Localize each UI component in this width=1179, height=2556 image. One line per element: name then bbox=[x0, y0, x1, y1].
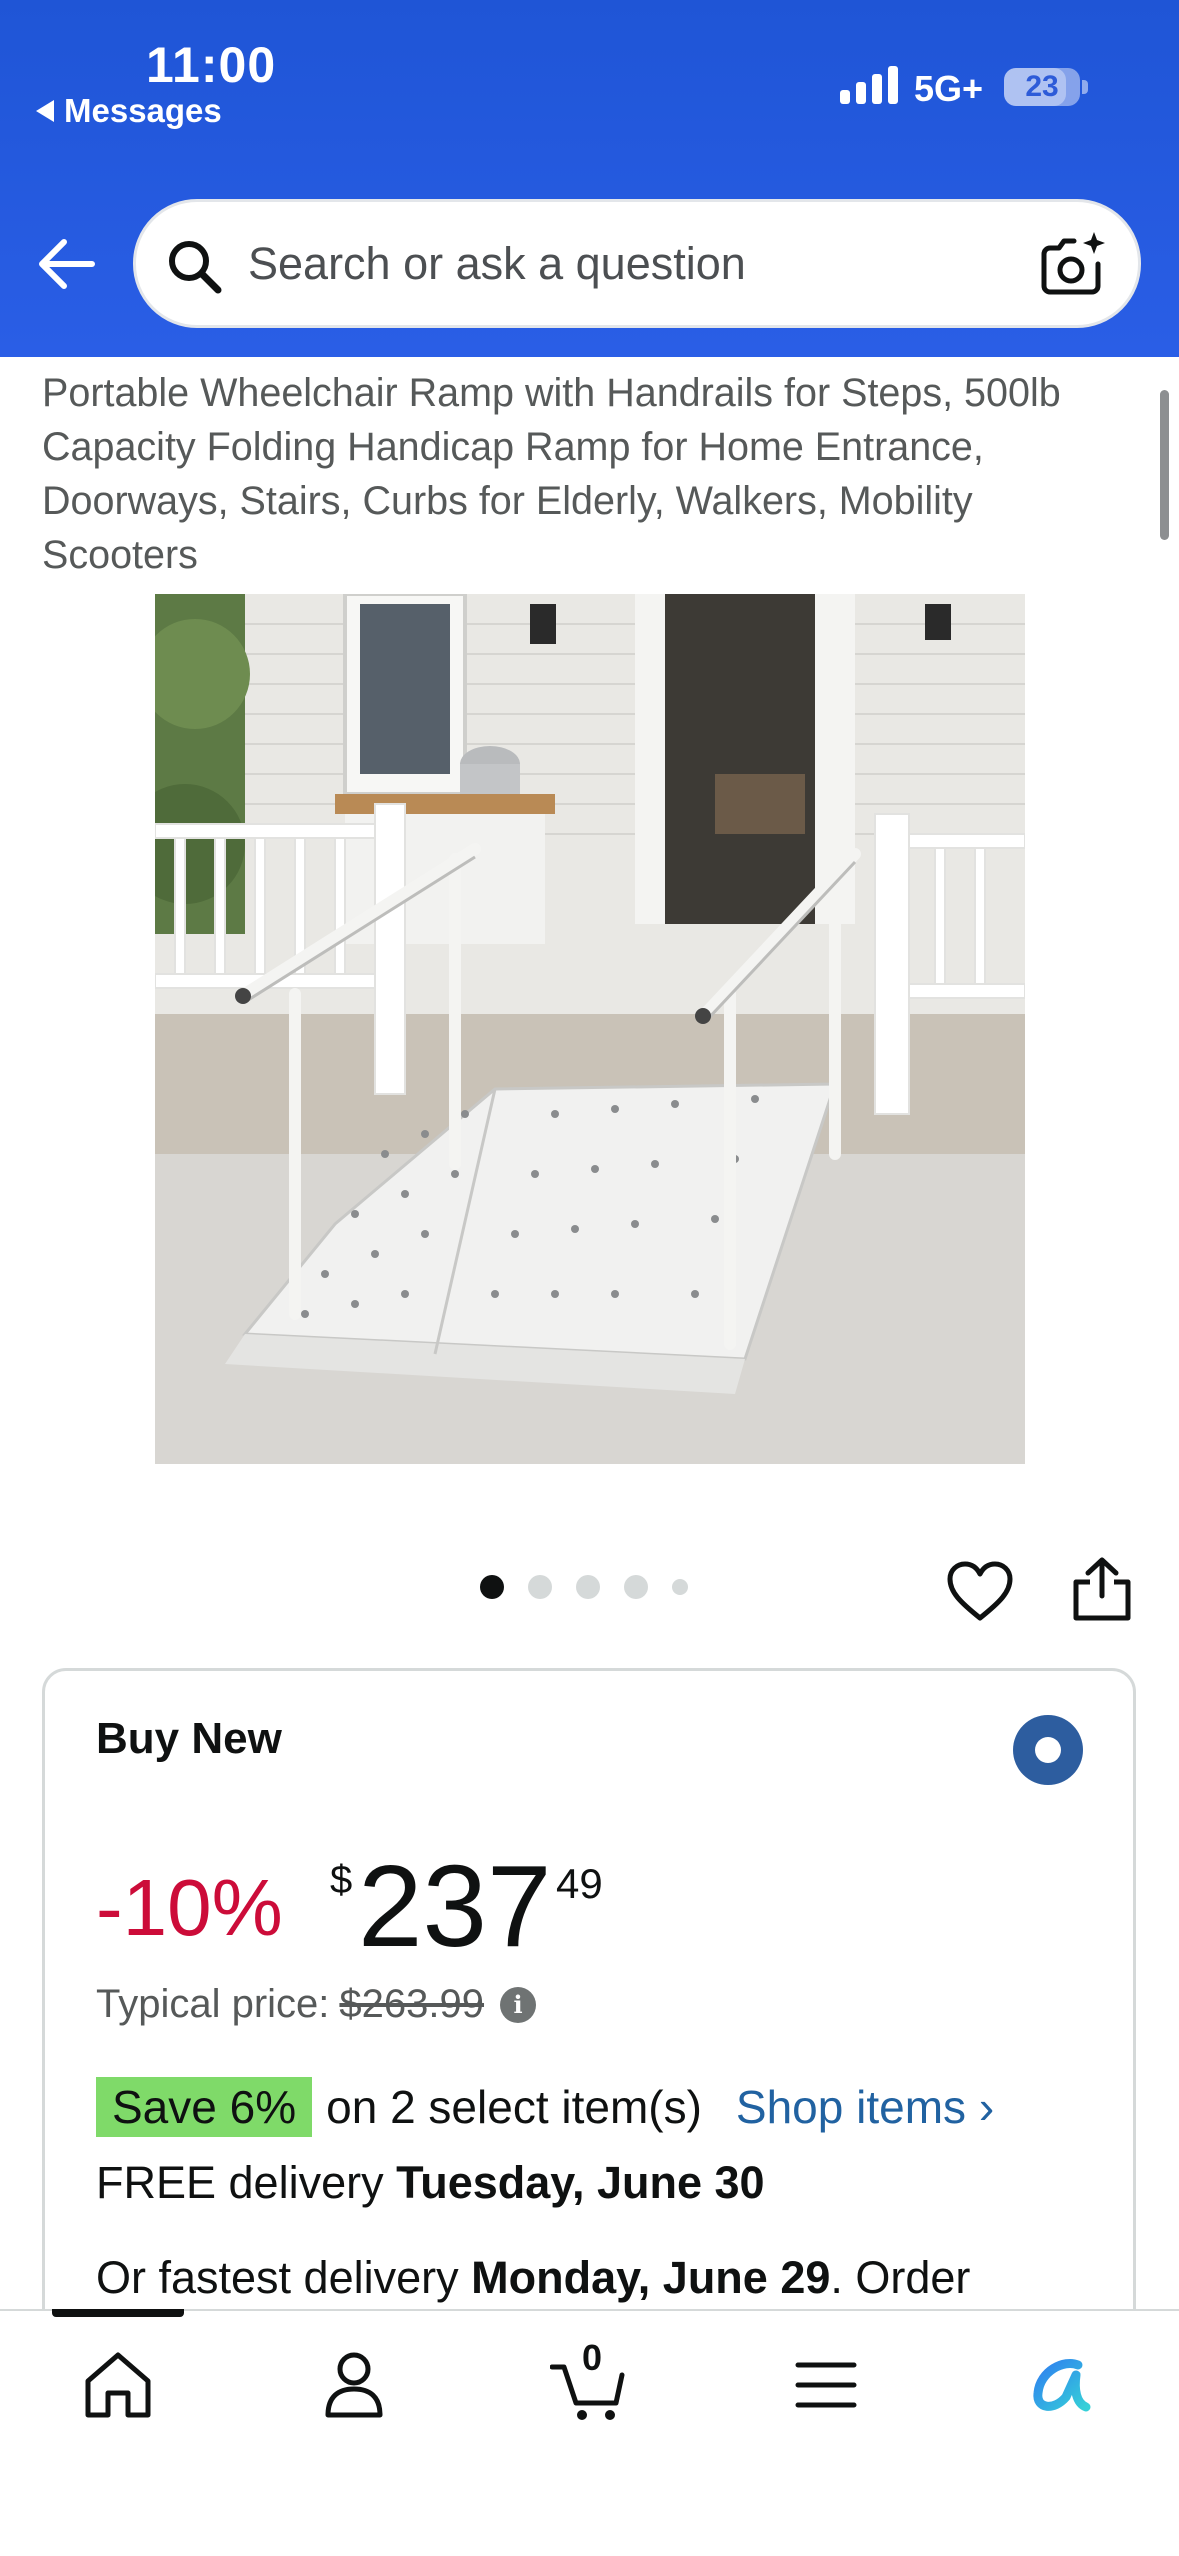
home-icon[interactable] bbox=[78, 2345, 158, 2425]
typical-price-label: Typical price: bbox=[96, 1982, 330, 2026]
save-badge: Save 6% bbox=[96, 2077, 313, 2137]
product-title[interactable]: Portable Wheelchair Ramp with Handrails … bbox=[42, 366, 1102, 582]
search-input[interactable] bbox=[248, 202, 1038, 325]
price-whole: 237 bbox=[358, 1841, 552, 1971]
back-to-app-link[interactable]: Messages bbox=[36, 92, 222, 130]
rufus-icon[interactable] bbox=[1022, 2345, 1102, 2425]
back-triangle-icon bbox=[36, 100, 54, 122]
delivery-prefix: FREE delivery bbox=[96, 2157, 397, 2208]
battery-level: 23 bbox=[1025, 70, 1059, 103]
product-image[interactable] bbox=[155, 594, 1025, 1464]
fastest-suffix: . Order bbox=[830, 2252, 971, 2303]
carousel-dot[interactable] bbox=[672, 1579, 688, 1595]
account-icon[interactable] bbox=[314, 2345, 394, 2425]
price-currency: $ bbox=[330, 1858, 353, 1902]
carousel-dot[interactable] bbox=[480, 1575, 504, 1599]
image-carousel-dots[interactable] bbox=[480, 1575, 688, 1599]
buy-new-radio[interactable] bbox=[1013, 1715, 1083, 1785]
carousel-dot[interactable] bbox=[528, 1575, 552, 1599]
battery-tip bbox=[1082, 80, 1088, 94]
shop-items-link[interactable]: Shop items › bbox=[736, 2080, 994, 2134]
camera-search-icon[interactable] bbox=[1036, 230, 1108, 298]
carousel-dot[interactable] bbox=[624, 1575, 648, 1599]
fastest-delivery-info: Or fastest delivery Monday, June 29. Ord… bbox=[96, 2252, 970, 2304]
price-fraction: 49 bbox=[556, 1860, 603, 1907]
back-arrow-icon[interactable] bbox=[36, 236, 96, 292]
signal-icon bbox=[840, 66, 898, 104]
fastest-date: Monday, June 29 bbox=[471, 2252, 831, 2303]
scroll-indicator bbox=[1160, 390, 1169, 540]
info-icon[interactable]: i bbox=[500, 1986, 537, 2023]
menu-icon[interactable] bbox=[786, 2345, 866, 2425]
buy-new-label: Buy New bbox=[96, 1714, 282, 1763]
delivery-date: Tuesday, June 30 bbox=[396, 2157, 765, 2208]
heart-icon[interactable] bbox=[946, 1560, 1014, 1624]
discount-percent: -10% bbox=[96, 1863, 283, 1952]
save-row: Save 6% on 2 select item(s) Shop items › bbox=[96, 2077, 994, 2137]
back-app-label: Messages bbox=[64, 92, 222, 129]
delivery-info: FREE delivery Tuesday, June 30 bbox=[96, 2157, 765, 2209]
nav-active-indicator bbox=[52, 2309, 184, 2317]
share-icon[interactable] bbox=[1070, 1556, 1134, 1622]
status-time: 11:00 bbox=[146, 37, 277, 93]
typical-price-value: $263.99 bbox=[339, 1982, 485, 2026]
search-icon bbox=[169, 241, 222, 294]
search-bar[interactable] bbox=[133, 199, 1141, 328]
typical-price-row: Typical price: $263.99 i bbox=[96, 1982, 537, 2027]
cart-count: 0 bbox=[582, 2337, 603, 2378]
save-description: on 2 select item(s) bbox=[326, 2081, 702, 2133]
fastest-prefix: Or fastest delivery bbox=[96, 2252, 472, 2303]
network-type: 5G+ bbox=[914, 68, 984, 109]
carousel-dot[interactable] bbox=[576, 1575, 600, 1599]
battery-icon: 23 bbox=[1004, 68, 1080, 106]
